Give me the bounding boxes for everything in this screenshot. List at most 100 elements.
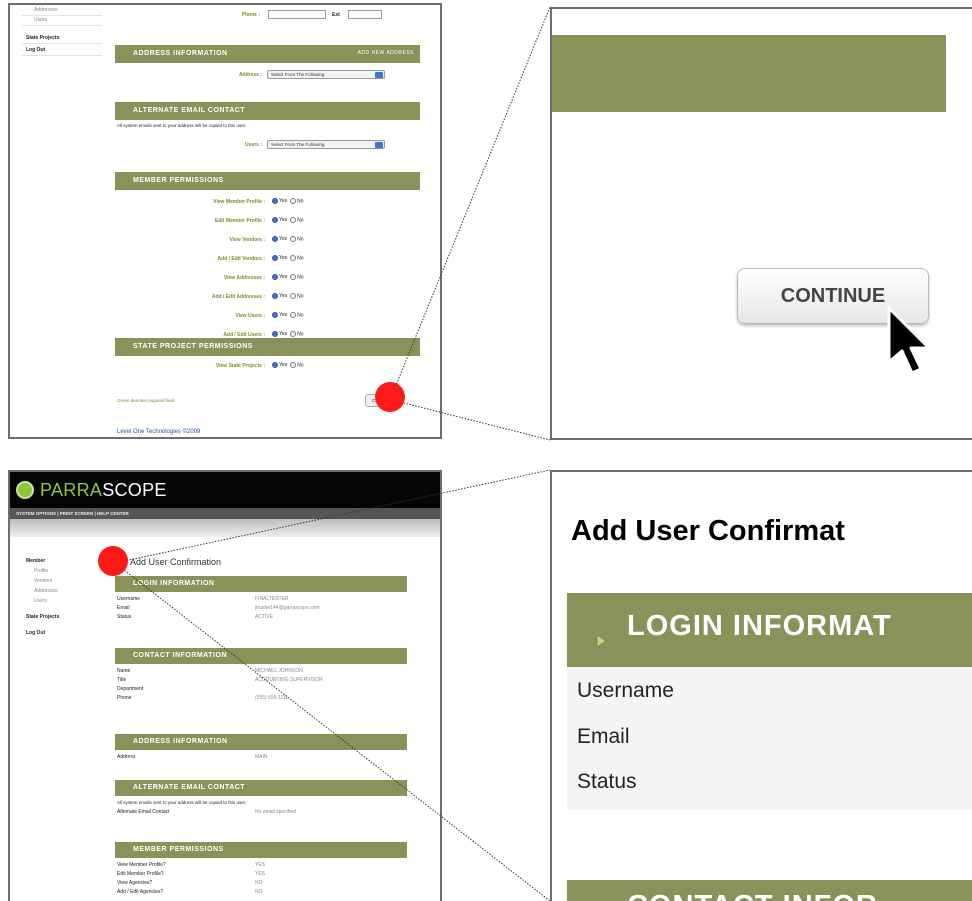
section-title: ALTERNATE EMAIL CONTACT: [133, 784, 246, 791]
section-title: MEMBER PERMISSIONS: [133, 846, 224, 853]
address-select[interactable]: Select From The Following: [267, 70, 385, 79]
field-label: View Member Profile?: [117, 862, 166, 868]
sidebar-item[interactable]: State Projects: [14, 35, 59, 41]
radio-no[interactable]: [290, 274, 297, 280]
sidebar-item[interactable]: Users: [24, 598, 47, 604]
radio-no-label: No: [297, 331, 304, 338]
member-permissions-header: MEMBER PERMISSIONS: [115, 172, 420, 190]
sidebar-item[interactable]: State Projects: [14, 614, 59, 620]
page-title-zoomed: Add User Confirmat: [571, 515, 845, 547]
click-marker-continue: [375, 382, 405, 412]
permission-label: View State Projects :: [215, 363, 265, 369]
field-value: MAIN: [255, 754, 268, 760]
permission-label: Add / Edit Vendors :: [217, 256, 265, 262]
sidebar-divider: [22, 55, 102, 56]
radio-yes[interactable]: [272, 255, 278, 261]
sidebar-divider: [22, 43, 102, 44]
field-value: No email specified: [255, 809, 296, 815]
radio-no[interactable]: [290, 331, 297, 337]
sidebar-item[interactable]: Addresses: [24, 7, 58, 13]
field-label: Address: [117, 754, 136, 760]
header-gradient: [10, 519, 440, 537]
radio-yes[interactable]: [272, 331, 278, 337]
radio-no-label: No: [297, 362, 304, 369]
top-nav[interactable]: SYSTEM OPTIONS | PRINT SCREEN | HELP CEN…: [10, 508, 440, 519]
sidebar-item[interactable]: Users: [24, 17, 47, 23]
field-value: MICHAEL JOHNSON: [255, 668, 303, 674]
radio-yes-label: Yes: [279, 274, 288, 281]
radio-yes[interactable]: [272, 312, 278, 318]
radio-yes[interactable]: [272, 274, 278, 280]
section-header: ALTERNATE EMAIL CONTACT: [115, 780, 407, 796]
radio-no[interactable]: [290, 198, 297, 204]
radio-no-label: No: [297, 255, 304, 262]
email-label-zoomed: Email: [577, 725, 630, 748]
sidebar-item[interactable]: Log Out: [14, 47, 45, 53]
state-permissions-header: STATE PROJECT PERMISSIONS: [115, 338, 420, 356]
section-title: CONTACT INFORMATION: [133, 652, 228, 659]
alt-email-note: All system emails sent to your address w…: [117, 123, 247, 128]
address-select-value: Select From The Following: [271, 72, 325, 77]
add-new-address-link[interactable]: ADD NEW ADDRESS: [358, 50, 414, 56]
radio-yes[interactable]: [272, 362, 278, 368]
users-select[interactable]: Select From The Following: [267, 140, 385, 149]
alt-email-section-header: ALTERNATE EMAIL CONTACT: [115, 102, 420, 120]
permission-radios: Yes No: [272, 217, 304, 223]
section-header-band: [552, 35, 946, 112]
field-label: Title: [117, 677, 127, 683]
radio-yes[interactable]: [272, 217, 278, 223]
radio-yes-label: Yes: [279, 312, 288, 319]
permission-label: View Member Profile :: [213, 199, 265, 205]
select-arrows-icon: [375, 142, 383, 148]
sidebar-divider: [22, 25, 102, 26]
ext-input[interactable]: [348, 10, 382, 19]
radio-no-label: No: [297, 198, 304, 205]
radio-no-label: No: [297, 312, 304, 319]
contact-section-header-zoomed: CONTACT INFOR: [567, 880, 972, 901]
sidebar-item[interactable]: Vendors: [24, 578, 52, 584]
permission-label: View Addresses :: [223, 275, 265, 281]
continue-zoom-panel: CONTINUE: [550, 7, 972, 440]
radio-no[interactable]: [290, 236, 297, 242]
sidebar-item[interactable]: Log Out: [14, 630, 45, 636]
radio-yes-label: Yes: [279, 198, 288, 205]
sidebar-item[interactable]: Addresses: [24, 588, 58, 594]
select-arrows-icon: [375, 72, 383, 78]
brand-suffix: SCOPE: [102, 480, 167, 500]
confirmation-thumbnail-panel: PARRASCOPE SYSTEM OPTIONS | PRINT SCREEN…: [8, 470, 442, 901]
radio-no[interactable]: [290, 362, 297, 368]
field-label: Phone: [117, 695, 132, 701]
permission-label: View Users :: [235, 313, 265, 319]
sidebar-item[interactable]: Profile: [24, 568, 48, 574]
radio-yes-label: Yes: [279, 236, 288, 243]
radio-yes-label: Yes: [279, 217, 288, 224]
users-label: Users :: [245, 142, 262, 148]
brand-prefix: PARRA: [40, 480, 103, 500]
field-label: Name: [117, 668, 131, 674]
login-section-title-zoomed: LOGIN INFORMAT: [627, 610, 892, 642]
phone-input[interactable]: [268, 10, 326, 19]
permission-label: View Vendors :: [229, 237, 265, 243]
radio-no[interactable]: [290, 255, 297, 261]
member-permissions-title: MEMBER PERMISSIONS: [133, 177, 224, 184]
radio-no[interactable]: [290, 293, 297, 299]
login-section-header-zoomed: LOGIN INFORMAT: [567, 593, 972, 667]
section-title: ADDRESS INFORMATION: [133, 738, 228, 745]
radio-no[interactable]: [290, 312, 297, 318]
radio-yes[interactable]: [272, 293, 278, 299]
radio-yes-label: Yes: [279, 293, 288, 300]
mouse-cursor-icon: [887, 306, 931, 375]
form-thumbnail-panel: Addresses Users State Projects Log Out Phon…: [8, 3, 442, 439]
ext-label: Ext: [332, 12, 340, 18]
radio-yes[interactable]: [272, 236, 278, 242]
permission-radios: Yes No: [272, 331, 304, 337]
permission-label: Edit Member Profile :: [214, 218, 265, 224]
permission-radios: Yes No: [272, 198, 304, 204]
radio-yes[interactable]: [272, 198, 278, 204]
sidebar-item[interactable]: Member: [14, 558, 45, 564]
top-nav-links[interactable]: SYSTEM OPTIONS | PRINT SCREEN | HELP CEN…: [16, 511, 129, 516]
section-title: LOGIN INFORMATION: [133, 580, 215, 587]
radio-no[interactable]: [290, 217, 297, 223]
username-label-zoomed: Username: [577, 679, 674, 702]
required-note: Green denotes required field: [117, 398, 175, 403]
